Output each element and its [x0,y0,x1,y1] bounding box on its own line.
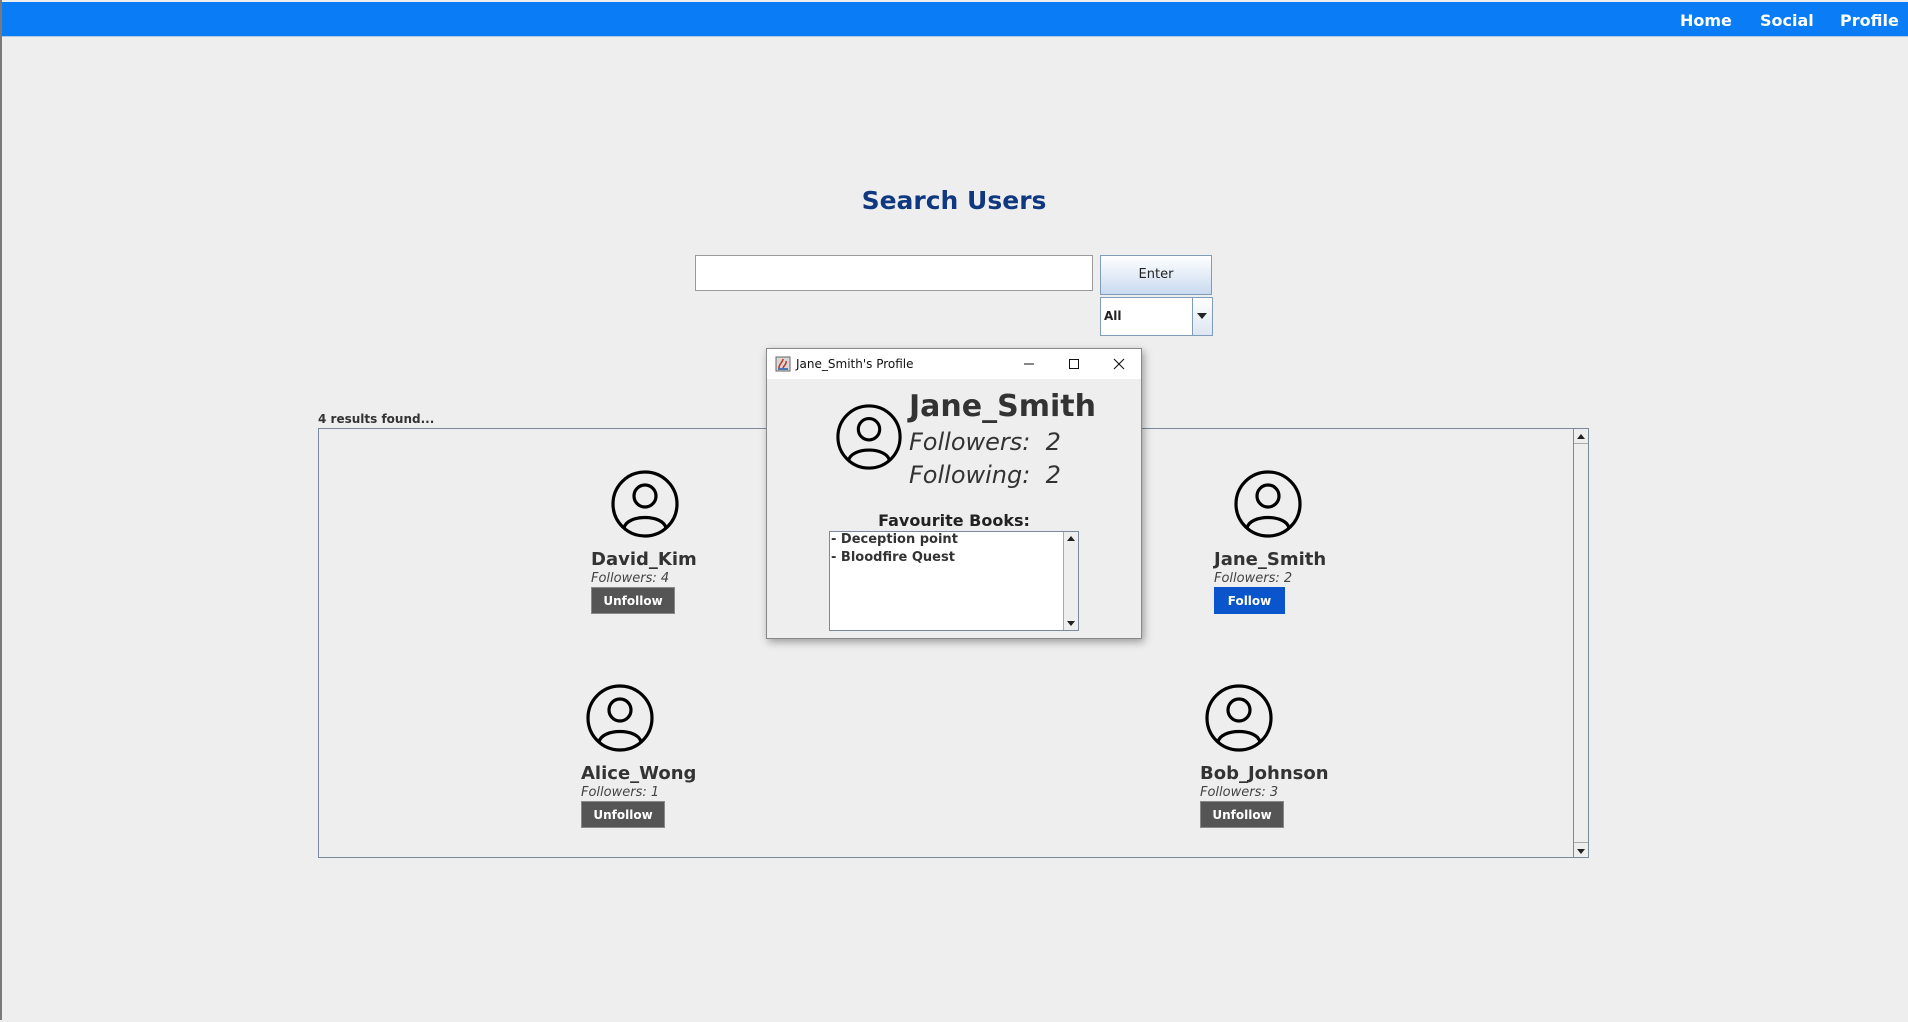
java-app-icon [775,356,791,372]
list-item[interactable]: - Bloodfire Quest [831,550,955,565]
followers-value: 2 [1045,428,1061,456]
list-item[interactable]: - Deception point [831,532,958,547]
nav-social-link[interactable]: Social [1760,2,1814,36]
user-name[interactable]: Alice_Wong [581,763,696,784]
dialog-titlebar[interactable]: Jane_Smith's Profile [767,349,1141,379]
user-avatar-icon[interactable] [610,469,680,539]
unfollow-button[interactable]: Unfollow [581,801,665,828]
nav-home-link[interactable]: Home [1680,2,1732,36]
search-input[interactable] [695,255,1093,291]
user-followers: Followers: 4 [591,571,670,586]
user-followers: Followers: 2 [1214,571,1293,586]
favourites-scrollbar[interactable] [1063,532,1078,630]
dialog-title: Jane_Smith's Profile [796,357,914,371]
nav-profile-link[interactable]: Profile [1840,2,1899,36]
profile-name: Jane_Smith [909,389,1096,424]
profile-dialog: Jane_Smith's Profile Jane_Smith Follower… [766,348,1142,639]
page-title: Search Users [861,186,1047,215]
scroll-down-arrow-icon[interactable] [1574,842,1588,857]
top-navbar: Home Social Profile [2,2,1908,37]
user-followers: Followers: 3 [1200,785,1279,800]
follow-button[interactable]: Follow [1214,587,1285,614]
user-avatar-icon[interactable] [585,683,655,753]
user-name[interactable]: David_Kim [591,549,697,570]
profile-following: Following: 2 [909,461,1061,489]
user-card: David_Kim Followers: 4 Unfollow [591,469,761,619]
enter-button[interactable]: Enter [1100,255,1212,295]
profile-followers: Followers: 2 [909,428,1061,456]
filter-selected-value: All [1104,309,1122,323]
filter-dropdown[interactable]: All [1100,297,1213,336]
scroll-down-arrow-icon[interactable] [1064,616,1078,630]
user-card: Bob_Johnson Followers: 3 Unfollow [1200,683,1370,833]
chevron-down-icon[interactable] [1192,298,1212,335]
user-name[interactable]: Jane_Smith [1214,549,1326,570]
following-value: 2 [1045,461,1061,489]
user-card: Alice_Wong Followers: 1 Unfollow [581,683,751,833]
favourite-books-list[interactable]: - Deception point - Bloodfire Quest [829,531,1079,631]
results-count: 4 results found... [318,412,435,426]
following-label: Following: [909,461,1031,489]
results-scrollbar[interactable] [1573,429,1588,857]
scroll-up-arrow-icon[interactable] [1064,532,1078,546]
close-icon[interactable] [1097,349,1141,379]
scroll-up-arrow-icon[interactable] [1574,429,1588,444]
unfollow-button[interactable]: Unfollow [591,587,675,614]
profile-avatar-icon [836,404,902,470]
user-name[interactable]: Bob_Johnson [1200,763,1329,784]
unfollow-button[interactable]: Unfollow [1200,801,1284,828]
maximize-icon[interactable] [1052,349,1096,379]
user-followers: Followers: 1 [581,785,660,800]
minimize-icon[interactable] [1007,349,1051,379]
followers-label: Followers: [909,428,1031,456]
user-avatar-icon[interactable] [1204,683,1274,753]
user-card: Jane_Smith Followers: 2 Follow [1214,469,1384,619]
user-avatar-icon[interactable] [1233,469,1303,539]
favourite-books-title: Favourite Books: [878,511,1030,530]
